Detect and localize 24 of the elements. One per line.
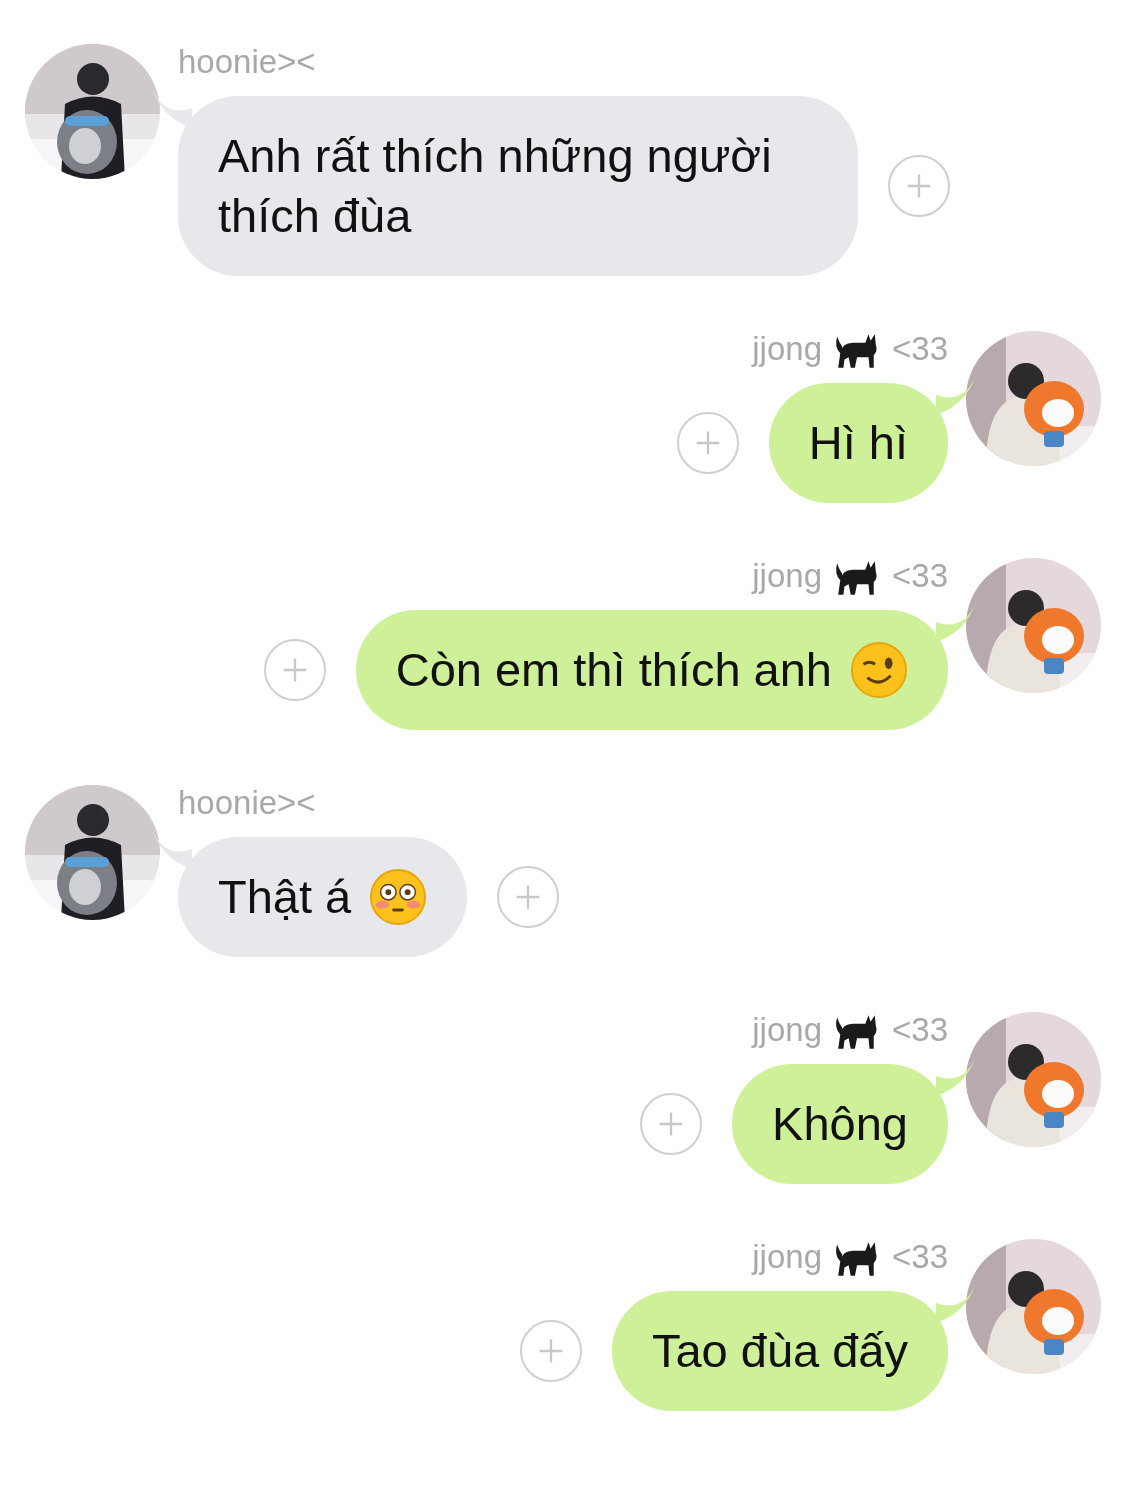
sender-name: jjong	[752, 1238, 822, 1276]
message-bubble: Còn em thì thích anh	[355, 610, 948, 730]
sender-name: hoonie><	[178, 43, 316, 81]
bubble-tail	[152, 829, 192, 869]
sender-name: hoonie><	[178, 784, 316, 822]
message-bubble: Hì hì	[768, 383, 948, 503]
bubble-tail	[936, 375, 976, 415]
sender-name: jjong	[752, 330, 822, 368]
sender-name: <33	[892, 1011, 948, 1049]
sender-name: jjong	[752, 557, 822, 595]
bubble-tail	[936, 602, 976, 642]
bubble-tail	[936, 1056, 976, 1096]
flushed-face-icon	[369, 868, 428, 926]
sender-name: jjong	[752, 1011, 822, 1049]
message-bubble: Thật á	[178, 837, 468, 957]
message-bubble: Anh rất thích những người thích đùa	[178, 96, 858, 276]
winking-face-icon	[850, 641, 908, 699]
message-bubble: Tao đùa đấy	[611, 1291, 948, 1411]
bubble-tail	[152, 88, 192, 128]
sender-name: <33	[892, 330, 948, 368]
sender-name: <33	[892, 557, 948, 595]
message-bubble: Không	[732, 1064, 948, 1184]
bubble-tail	[936, 1283, 976, 1323]
sender-name: <33	[892, 1238, 948, 1276]
